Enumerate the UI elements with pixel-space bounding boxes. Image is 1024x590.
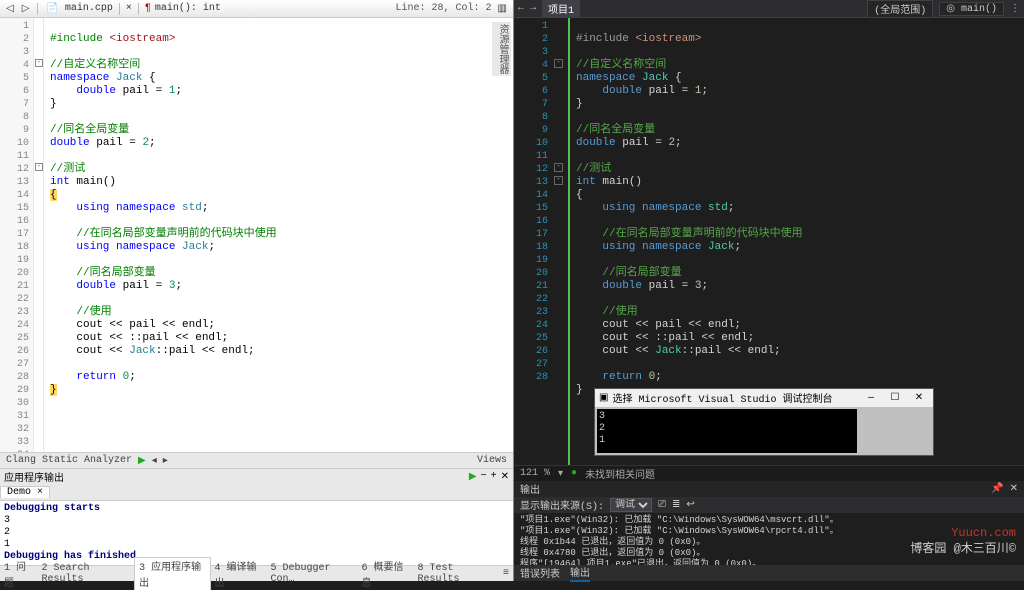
output-toolbar: 应用程序输出 ▶ − + ✕ bbox=[0, 468, 513, 484]
right-bottom-tabs: 错误列表 输出 bbox=[514, 565, 1024, 581]
word-wrap-icon[interactable]: ↩ bbox=[686, 499, 694, 511]
project-tab[interactable]: 项目1 bbox=[542, 0, 580, 18]
bottom-tab[interactable]: 4 编译输出 bbox=[211, 558, 267, 590]
right-output-body[interactable]: "项目1.exe"(Win32): 已加载 "C:\Windows\SysWOW… bbox=[514, 513, 1024, 565]
cursor-status: Line: 28, Col: 2 bbox=[396, 3, 492, 14]
scope-dropdown[interactable]: (全局范围) bbox=[867, 0, 933, 18]
console-body: 3 2 1 bbox=[595, 407, 933, 455]
left-ide-pane: ◁ ▷ 📄 main.cpp × ¶ main(): int Line: 28,… bbox=[0, 0, 514, 581]
fold-box[interactable]: - bbox=[554, 163, 563, 172]
file-name[interactable]: main.cpp bbox=[65, 3, 113, 14]
bottom-tab[interactable]: 8 Test Results bbox=[414, 563, 499, 585]
left-toolbar: ◁ ▷ 📄 main.cpp × ¶ main(): int Line: 28,… bbox=[0, 0, 513, 18]
clear-icon[interactable]: ⎚ bbox=[658, 499, 666, 511]
bottom-tab-output[interactable]: 输出 bbox=[570, 564, 590, 582]
maximize-button[interactable]: ☐ bbox=[885, 392, 905, 404]
close-icon[interactable]: ✕ bbox=[501, 471, 509, 483]
pin-icon[interactable]: 📌 bbox=[991, 483, 1003, 495]
prev-issue-icon[interactable]: ◂ bbox=[152, 455, 157, 467]
output-label: 应用程序输出 bbox=[4, 469, 64, 485]
close-tab-icon[interactable]: × bbox=[37, 487, 43, 498]
overflow-icon[interactable]: ⋮ bbox=[1010, 3, 1020, 15]
output-header-label: 输出 bbox=[520, 481, 540, 497]
output-tabs: Demo × bbox=[0, 484, 513, 500]
navigator-label[interactable]: 资源管理器 bbox=[492, 22, 511, 76]
analyzer-label: Clang Static Analyzer bbox=[6, 455, 132, 466]
bottom-tab[interactable]: 2 Search Results bbox=[38, 563, 135, 585]
function-label[interactable]: main(): int bbox=[155, 3, 221, 14]
zoom-level[interactable]: 121 % bbox=[520, 468, 550, 479]
toggle-icon[interactable]: ≣ bbox=[672, 499, 680, 511]
bottom-tabs: 1 问题 2 Search Results 3 应用程序输出 4 编译输出 5 … bbox=[0, 565, 513, 581]
right-fold-column[interactable]: - - - bbox=[554, 18, 566, 465]
collapse-icon[interactable]: ≡ bbox=[499, 568, 513, 579]
fold-box[interactable]: - bbox=[554, 59, 563, 68]
analyzer-bar: Clang Static Analyzer ▶ ◂ ▸ Views bbox=[0, 452, 513, 468]
left-gutter: 1234567891011121314151617181920212223242… bbox=[0, 18, 34, 452]
output-from-label: 显示输出来源(S): bbox=[520, 497, 604, 513]
bottom-tab[interactable]: 5 Debugger Con… bbox=[267, 563, 358, 585]
bottom-tab[interactable]: 1 问题 bbox=[0, 558, 38, 590]
left-fold-column[interactable]: - - bbox=[34, 18, 44, 452]
run-analyzer-icon[interactable]: ▶ bbox=[138, 455, 146, 467]
plus-icon[interactable]: + bbox=[491, 471, 497, 482]
bottom-tab-errors[interactable]: 错误列表 bbox=[520, 565, 560, 581]
left-code[interactable]: #include <iostream> //自定义名称空间 namespace … bbox=[44, 18, 513, 452]
close-button[interactable]: ✕ bbox=[909, 392, 929, 404]
minimize-button[interactable]: — bbox=[861, 393, 881, 404]
console-output[interactable]: 3 2 1 bbox=[597, 409, 857, 453]
output-selector-bar: 显示输出来源(S): 调试 ⎚ ≣ ↩ bbox=[514, 497, 1024, 513]
ok-icon: ● bbox=[571, 468, 577, 479]
back-button[interactable]: ◁ bbox=[4, 3, 16, 15]
window-titlebar[interactable]: ▣ 选择 Microsoft Visual Studio 调试控制台 — ☐ ✕ bbox=[595, 389, 933, 407]
fold-box[interactable]: - bbox=[35, 163, 43, 171]
fwd-icon[interactable]: → bbox=[530, 3, 536, 14]
views-label[interactable]: Views bbox=[477, 455, 507, 466]
output-source-select[interactable]: 调试 bbox=[610, 498, 652, 512]
cmd-icon: ▣ bbox=[599, 392, 608, 404]
bottom-tab[interactable]: 3 应用程序输出 bbox=[134, 557, 210, 590]
minus-icon[interactable]: − bbox=[481, 471, 487, 482]
fold-box[interactable]: - bbox=[35, 59, 43, 67]
close-panel-icon[interactable]: ✕ bbox=[1010, 483, 1018, 495]
file-icon: 📄 bbox=[44, 3, 60, 15]
left-editor[interactable]: 1234567891011121314151617181920212223242… bbox=[0, 18, 513, 452]
split-button[interactable]: ▥ bbox=[496, 3, 509, 15]
fold-box[interactable]: - bbox=[554, 176, 563, 185]
window-title: 选择 Microsoft Visual Studio 调试控制台 bbox=[612, 390, 857, 406]
function-dropdown[interactable]: ◎ main() bbox=[939, 2, 1004, 16]
next-issue-icon[interactable]: ▸ bbox=[163, 455, 168, 467]
right-ide-pane: ← → 项目1 (全局范围) ◎ main() ⋮ 12345678910111… bbox=[514, 0, 1024, 581]
right-editor[interactable]: 1234567891011121314151617181920212223242… bbox=[514, 18, 1024, 465]
output-body[interactable]: Debugging starts 3 2 1 Debugging has fin… bbox=[0, 500, 513, 565]
close-editor-button[interactable]: × bbox=[126, 3, 132, 14]
back-icon[interactable]: ← bbox=[518, 3, 524, 14]
output-tab-demo[interactable]: Demo × bbox=[0, 486, 50, 498]
right-gutter: 1234567891011121314151617181920212223242… bbox=[514, 18, 554, 465]
debug-console-window[interactable]: ▣ 选择 Microsoft Visual Studio 调试控制台 — ☐ ✕… bbox=[594, 388, 934, 456]
marker-icon: ¶ bbox=[145, 3, 151, 14]
forward-button[interactable]: ▷ bbox=[20, 3, 32, 15]
bottom-tab[interactable]: 6 概要信息 bbox=[358, 558, 414, 590]
no-issues-label: 未找到相关问题 bbox=[585, 466, 655, 482]
output-header: 输出 📌 ✕ bbox=[514, 481, 1024, 497]
zoom-bar: 121 % ▾ ● 未找到相关问题 bbox=[514, 465, 1024, 481]
zoom-dropdown-icon[interactable]: ▾ bbox=[558, 468, 563, 480]
run-icon[interactable]: ▶ bbox=[469, 471, 477, 483]
right-top-bar: ← → 项目1 (全局范围) ◎ main() ⋮ bbox=[514, 0, 1024, 18]
